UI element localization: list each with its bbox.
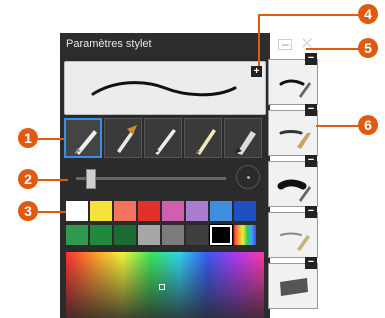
callout-line-6 [316,125,360,127]
color-swatch[interactable] [210,201,232,221]
color-swatch[interactable] [162,201,184,221]
color-swatch[interactable] [186,225,208,245]
pen-type-brush[interactable] [104,118,142,158]
preset-eraser-icon [280,278,308,296]
pen-type-pencil[interactable] [144,118,182,158]
callout-line-1 [38,138,64,140]
preset-item[interactable]: − [268,257,318,309]
color-swatch[interactable] [162,225,184,245]
callout-3: 3 [18,201,38,221]
remove-preset-button[interactable]: − [305,206,317,218]
close-button[interactable]: ✕ [300,34,314,54]
color-swatch[interactable] [114,201,136,221]
marker-icon [234,131,256,155]
color-swatch[interactable] [234,225,256,245]
color-swatch[interactable] [90,201,112,221]
pen-type-marker[interactable] [224,118,262,158]
preset-brush-icon [279,130,311,149]
pen-type-row [64,118,264,158]
stroke-preview-curve [91,81,237,97]
remove-preset-button[interactable]: − [305,53,317,65]
preset-item[interactable]: − [268,206,318,258]
color-swatch[interactable] [138,201,160,221]
thickness-preview-dot [236,165,260,189]
fountain-pen-icon [74,130,97,155]
color-swatch[interactable] [209,224,233,246]
callout-4: 4 [358,4,378,24]
color-swatch[interactable] [138,225,160,245]
highlighter-icon [195,129,216,155]
callout-line-5 [306,48,360,50]
callout-1: 1 [18,128,38,148]
callout-6: 6 [358,115,378,135]
color-swatch[interactable] [114,225,136,245]
slider-track [76,177,226,180]
add-preset-button[interactable]: + [251,66,262,77]
preset-fountain-pen-icon [279,79,311,98]
preset-pencil-icon [280,232,310,251]
brush-icon [117,125,137,153]
remove-preset-button[interactable]: − [305,104,317,116]
pen-type-fountain-pen[interactable] [64,118,102,158]
spectrum-marker[interactable] [159,284,165,290]
remove-preset-button[interactable]: − [305,155,317,167]
color-swatch[interactable] [90,225,112,245]
preset-item[interactable]: − [268,155,318,207]
remove-preset-button[interactable]: − [305,257,317,269]
color-spectrum-picker[interactable] [66,252,264,318]
preset-item[interactable]: − [268,53,318,105]
slider-handle[interactable] [86,169,96,189]
color-swatch[interactable] [66,201,88,221]
title-bar: Paramètres stylet [60,33,270,57]
pen-type-highlighter[interactable] [184,118,222,158]
callout-line-4a [258,14,360,16]
callout-line-4b [258,14,260,66]
preset-item[interactable]: − [268,104,318,156]
stroke-preview: + [64,61,266,115]
panel-title: Paramètres stylet [66,38,152,50]
color-swatch[interactable] [234,201,256,221]
image-icon[interactable] [278,39,292,50]
pencil-icon [153,129,176,155]
preset-marker-icon [277,179,311,202]
thickness-slider[interactable] [64,163,264,193]
color-swatch[interactable] [186,201,208,221]
color-swatch[interactable] [66,225,88,245]
callout-line-2 [38,179,68,181]
callout-line-3 [38,211,66,213]
callout-2: 2 [18,169,38,189]
callout-5: 5 [358,38,378,58]
